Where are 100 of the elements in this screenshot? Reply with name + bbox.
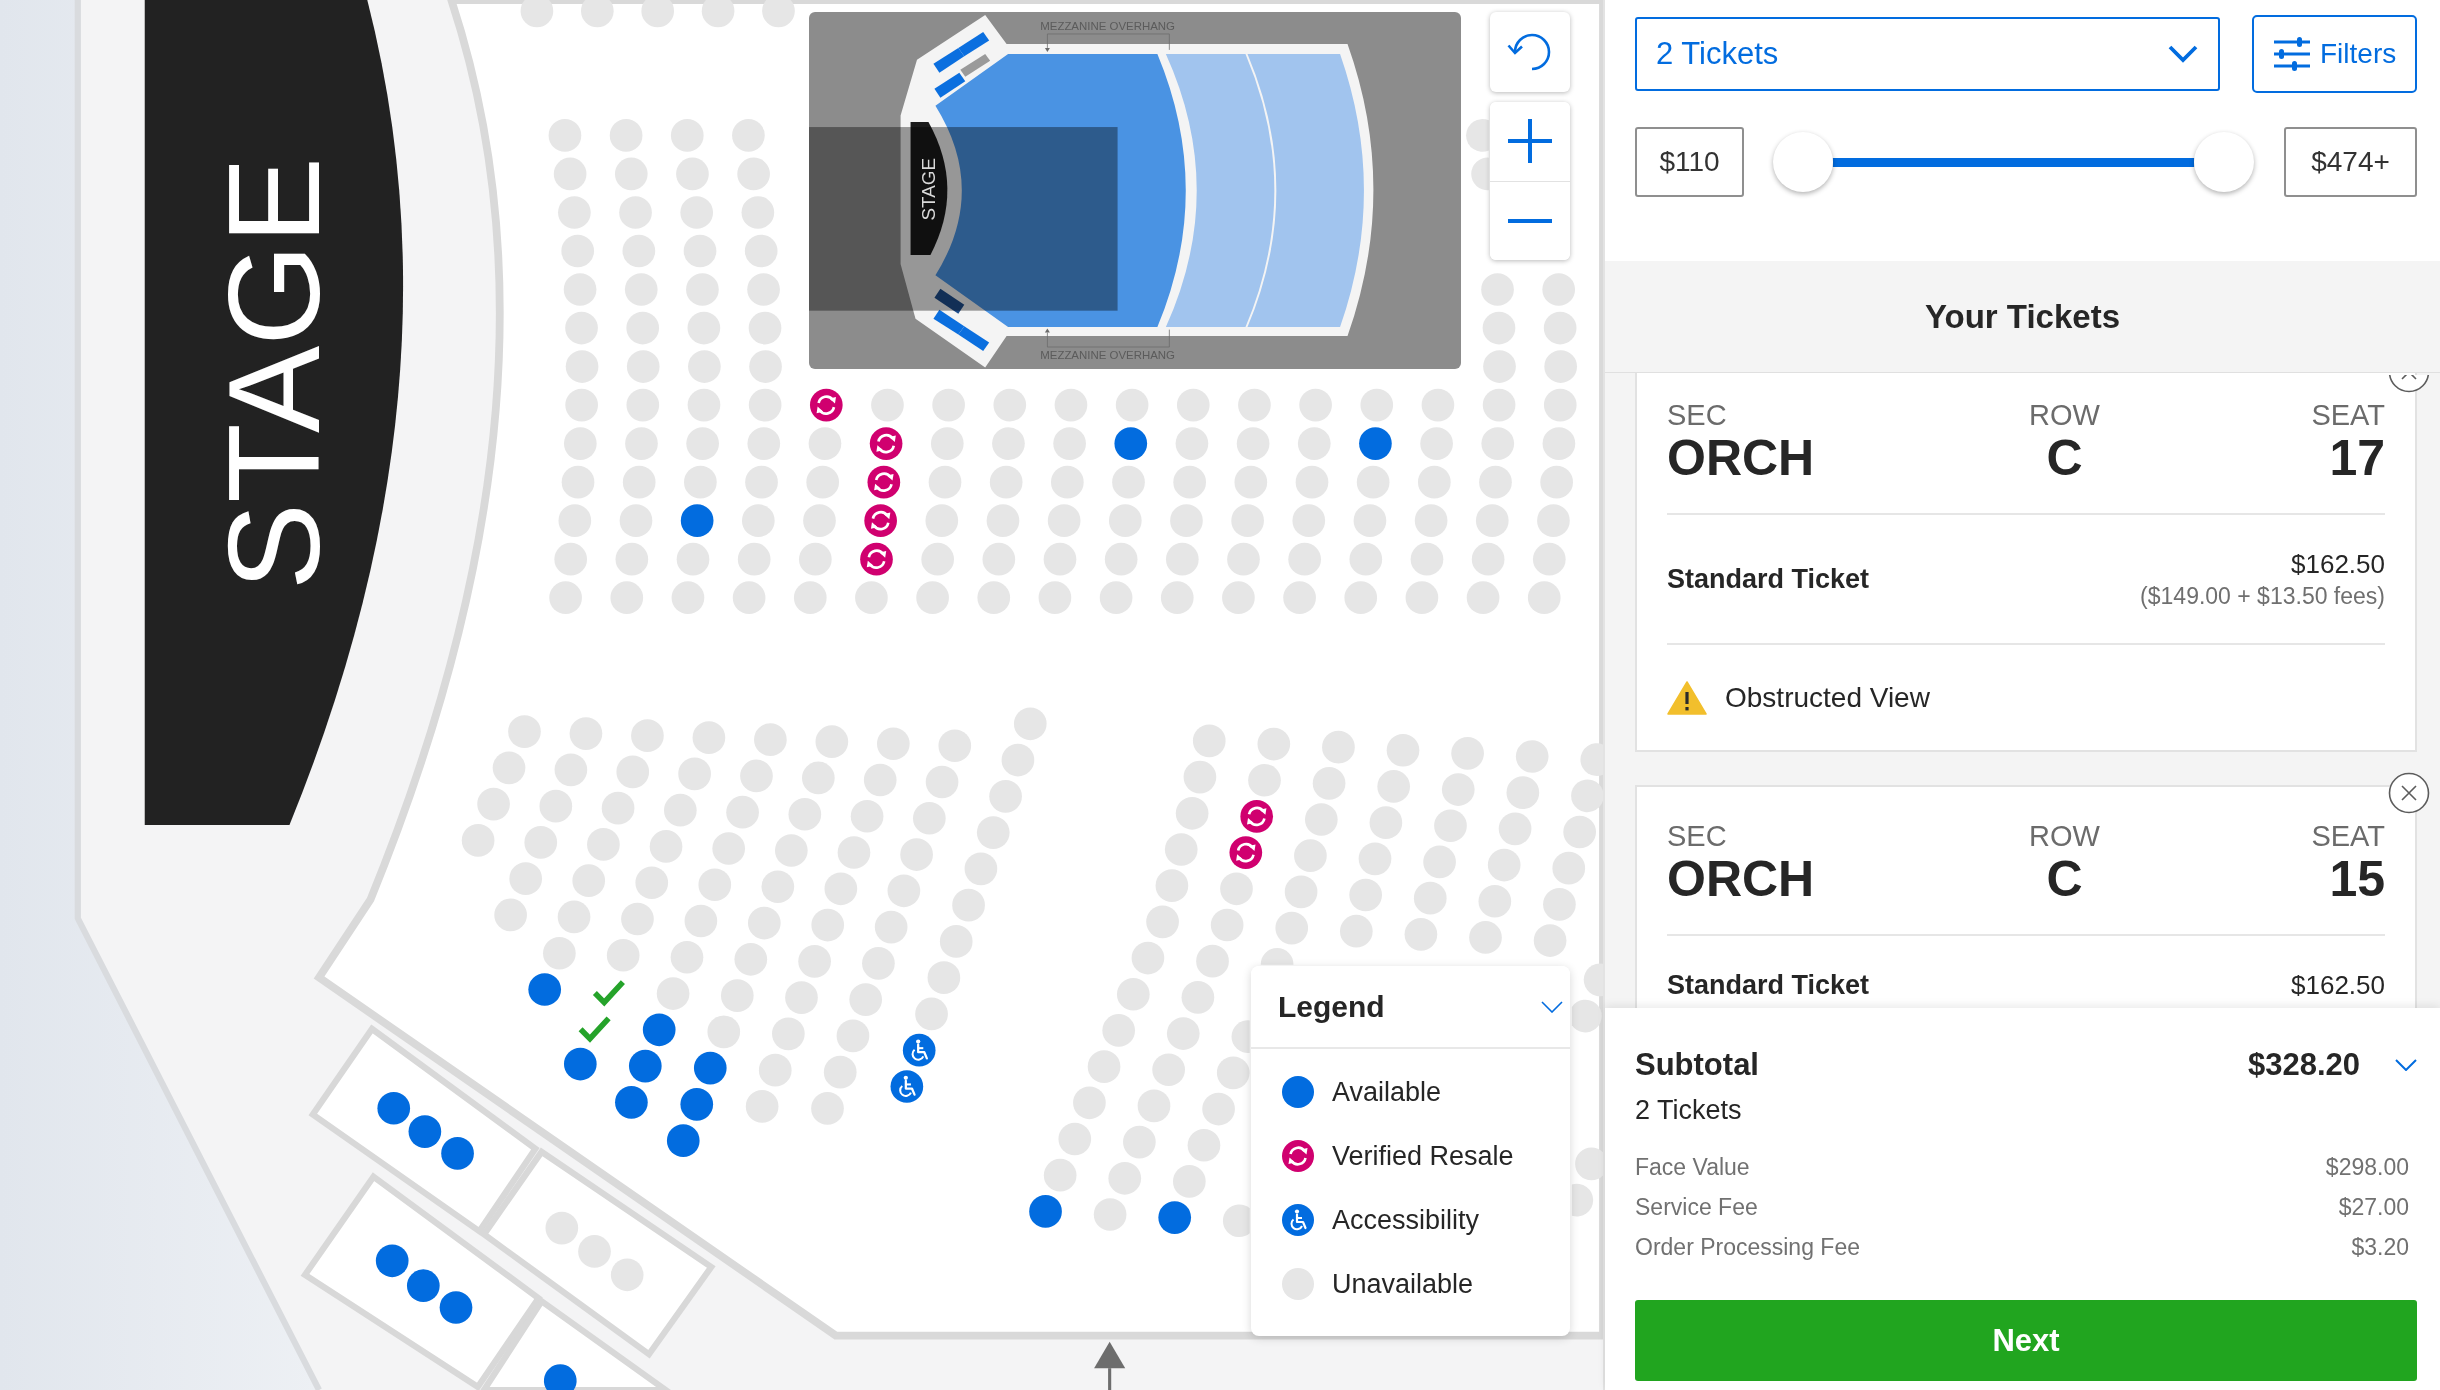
seat-icon [492, 751, 526, 785]
seat-icon[interactable] [408, 1115, 442, 1148]
seat-icon[interactable] [564, 1047, 597, 1081]
seat-label: SEAT [2311, 398, 2385, 432]
checkmark-icon[interactable] [578, 1016, 611, 1043]
seat-icon [624, 273, 658, 306]
seat-icon [775, 834, 808, 867]
seat-icon [554, 753, 588, 787]
zoom-in-button[interactable] [1490, 102, 1570, 181]
seat-value: 17 [2329, 432, 2385, 484]
resale-seat-icon[interactable] [809, 388, 843, 422]
seat-icon [1413, 881, 1447, 915]
seat-icon [915, 997, 948, 1031]
price-slider-thumb[interactable] [2194, 132, 2254, 192]
seat-icon [874, 910, 908, 944]
close-icon[interactable] [2388, 375, 2430, 393]
seat-icon [747, 906, 781, 940]
close-icon[interactable] [2388, 772, 2430, 814]
seat-icon[interactable] [1029, 1195, 1062, 1228]
seat-icon [561, 234, 595, 268]
seat-icon [549, 581, 582, 615]
ticket-price: $162.50 [2291, 969, 2385, 1002]
seat-icon[interactable] [1359, 427, 1392, 460]
reset-view-button[interactable] [1490, 12, 1570, 92]
seat-icon[interactable] [439, 1291, 473, 1324]
min-price-field[interactable]: $110 [1635, 127, 1744, 197]
ticket-price: $162.50 [2291, 548, 2385, 581]
seat-icon [1222, 581, 1255, 615]
resale-seat-icon[interactable] [869, 427, 903, 460]
seat-icon[interactable] [680, 1088, 714, 1121]
seat-icon [1013, 707, 1047, 741]
seat-icon[interactable] [407, 1269, 440, 1303]
seat-icon [1112, 465, 1145, 499]
price-slider-thumb[interactable] [1773, 132, 1833, 192]
seat-icon [802, 761, 835, 795]
seat-icon[interactable] [615, 1086, 648, 1119]
max-price-field[interactable]: $474+ [2284, 127, 2417, 197]
seat-icon [558, 196, 591, 229]
checkmark-icon[interactable] [592, 980, 625, 1007]
seat-icon[interactable] [375, 1244, 409, 1278]
seat-icon[interactable] [642, 1013, 676, 1047]
seat-icon [1423, 845, 1456, 879]
seat-icon [1166, 542, 1199, 576]
seat-icon [686, 273, 719, 306]
wheelchair-seat-icon[interactable] [902, 1033, 936, 1067]
seat-icon [1414, 504, 1448, 537]
seat-icon [1164, 833, 1198, 866]
up-arrow-icon [1094, 1341, 1126, 1390]
seat-icon [1231, 1020, 1250, 1053]
seat-icon[interactable] [680, 504, 714, 537]
seat-icon[interactable] [543, 1364, 577, 1390]
seat-icon [545, 1211, 579, 1245]
price-breakdown: ($149.00 + $13.50 fees) [2140, 582, 2385, 611]
seat-icon [742, 504, 775, 537]
legend-label: Available [1332, 1076, 1442, 1108]
seat-icon [925, 504, 959, 537]
resale-seat-icon[interactable] [867, 465, 901, 499]
seat-icon[interactable] [693, 1051, 727, 1085]
chevron-down-icon [2168, 45, 2198, 63]
legend-toggle[interactable]: Legend [1251, 966, 1570, 1049]
seat-icon [862, 947, 895, 980]
row-value: C [2046, 432, 2083, 484]
seat-icon [664, 793, 697, 827]
zoom-out-button[interactable] [1490, 180, 1570, 260]
ticket-count: 2 Tickets [1635, 1094, 1742, 1127]
seat-icon [1131, 941, 1165, 975]
seat-icon [1001, 743, 1035, 777]
seat-icon [1475, 504, 1509, 537]
resale-seat-icon[interactable] [860, 542, 893, 576]
resale-seat-icon[interactable] [864, 504, 897, 537]
seat-icon [621, 902, 654, 936]
seat-icon [1344, 581, 1378, 615]
seat-icon [1123, 1125, 1156, 1159]
seat-icon [698, 868, 732, 902]
seat-icon [808, 427, 842, 460]
seat-icon[interactable] [441, 1137, 474, 1170]
chevron-down-icon[interactable] [2395, 1059, 2417, 1071]
seat-icon[interactable] [666, 1124, 700, 1157]
seat-icon [1137, 1089, 1171, 1123]
seat-icon [1340, 914, 1373, 948]
wheelchair-seat-icon[interactable] [890, 1070, 924, 1103]
seat-icon [732, 581, 766, 615]
seat-icon[interactable] [628, 1049, 662, 1083]
seat-icon[interactable] [528, 973, 562, 1006]
seat-icon[interactable] [1158, 1201, 1192, 1234]
quantity-dropdown[interactable]: 2 Tickets [1635, 17, 2220, 91]
seat-icon[interactable] [377, 1091, 411, 1125]
seat-icon [616, 755, 650, 789]
seat-icon [1160, 581, 1194, 615]
seat-icon [989, 780, 1022, 813]
seat-icon[interactable] [1114, 427, 1148, 460]
resale-seat-icon[interactable] [1240, 800, 1274, 833]
resale-seat-icon[interactable] [1229, 836, 1263, 869]
seat-icon [1216, 1056, 1250, 1090]
filters-button[interactable]: Filters [2252, 15, 2417, 93]
subtotal-label: Subtotal [1635, 1047, 1760, 1083]
legend-label: Verified Resale [1332, 1140, 1514, 1172]
seat-icon [1312, 767, 1346, 800]
seat-icon [1231, 504, 1264, 537]
seat-icon [871, 388, 904, 422]
